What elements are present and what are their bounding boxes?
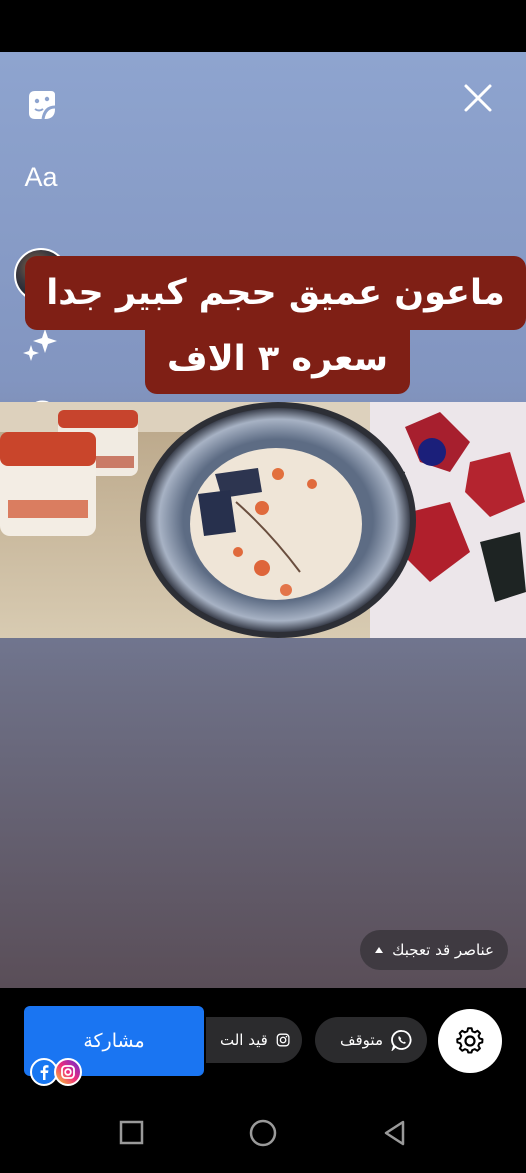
share-button-label: مشاركة <box>83 1030 145 1052</box>
sticker-button[interactable] <box>18 82 64 128</box>
close-button[interactable] <box>460 80 496 116</box>
instagram-story-button[interactable]: قيد الت <box>206 1017 302 1063</box>
recents-icon <box>119 1120 144 1145</box>
settings-button[interactable] <box>438 1009 502 1073</box>
suggestions-button[interactable]: عناصر قد تعجبك <box>360 930 508 970</box>
gear-icon <box>456 1027 484 1054</box>
back-icon <box>384 1120 405 1146</box>
recents-button[interactable] <box>119 1120 144 1145</box>
text-tool-button[interactable]: Aa <box>18 154 64 200</box>
home-button[interactable] <box>249 1119 277 1147</box>
system-nav-bar <box>0 1100 526 1169</box>
story-photo[interactable] <box>0 402 526 638</box>
instagram-status-label: قيد الت <box>220 1031 268 1049</box>
back-button[interactable] <box>384 1120 405 1146</box>
whatsapp-status-label: متوقف <box>339 1031 383 1049</box>
close-icon <box>464 84 492 112</box>
instagram-mini-icon <box>54 1058 82 1086</box>
sticker-icon <box>29 91 56 120</box>
suggestions-label: عناصر قد تعجبك <box>392 941 494 959</box>
chevron-up-icon <box>375 947 384 953</box>
caption-line-1[interactable]: ماعون عميق حجم كبير جدا <box>25 256 526 330</box>
whatsapp-icon <box>391 1030 412 1051</box>
whatsapp-status-button[interactable]: متوقف <box>315 1017 427 1063</box>
status-bar <box>0 0 526 52</box>
story-editor: Aa @ ماعون عميق حجم كبير ج <box>0 52 526 988</box>
instagram-icon <box>276 1033 290 1047</box>
home-icon <box>249 1119 277 1147</box>
text-tool-label: Aa <box>24 161 58 192</box>
photo-icon <box>0 402 526 638</box>
caption-line-2[interactable]: سعره ٣ الاف <box>145 330 410 394</box>
